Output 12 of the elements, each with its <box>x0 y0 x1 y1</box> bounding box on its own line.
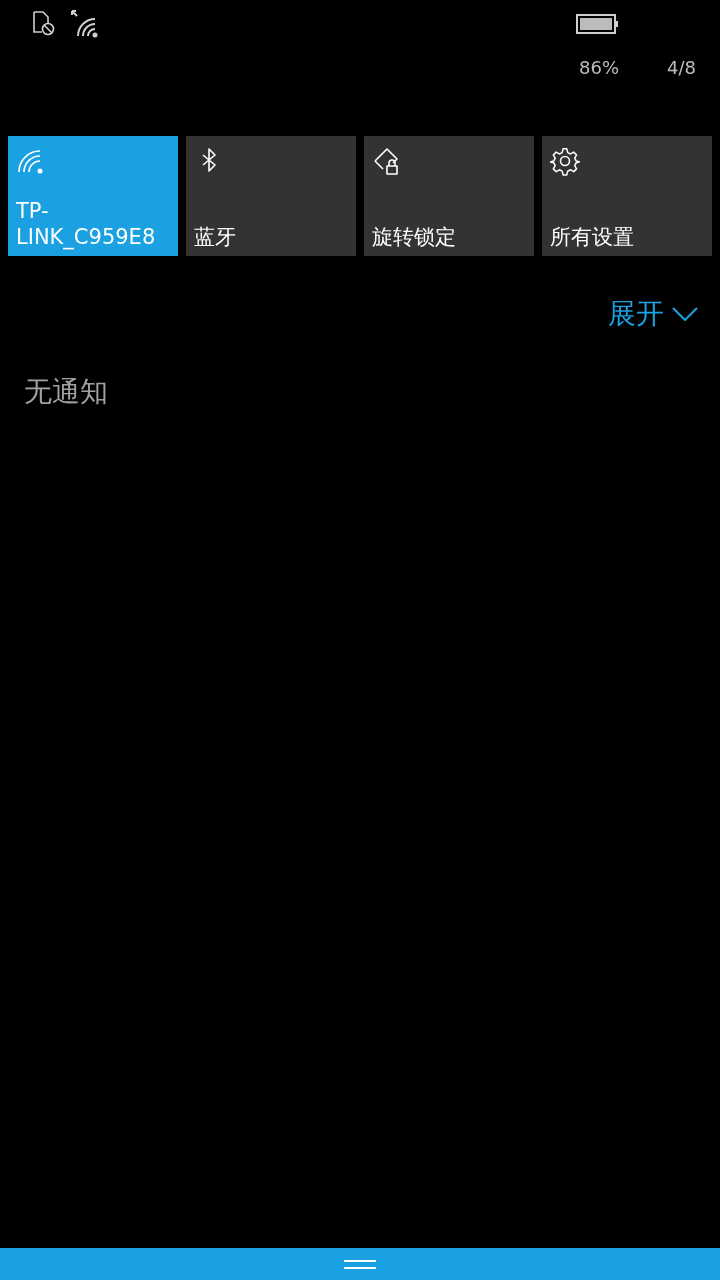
quick-action-tile[interactable]: 蓝牙 <box>186 136 356 256</box>
expand-button[interactable]: 展开 <box>608 294 698 334</box>
battery-percent: 86% <box>579 56 620 80</box>
quick-action-tile[interactable]: 所有设置 <box>542 136 712 256</box>
battery-icon <box>576 13 620 35</box>
gear-icon <box>550 146 580 176</box>
quick-action-tile[interactable]: 旋转锁定 <box>364 136 534 256</box>
drag-handle-icon[interactable] <box>344 1259 376 1269</box>
no-notifications-text: 无通知 <box>24 375 108 408</box>
page-indicator: 4/8 <box>667 56 696 80</box>
document-blocked-icon <box>30 10 56 36</box>
chevron-down-icon <box>672 307 698 321</box>
